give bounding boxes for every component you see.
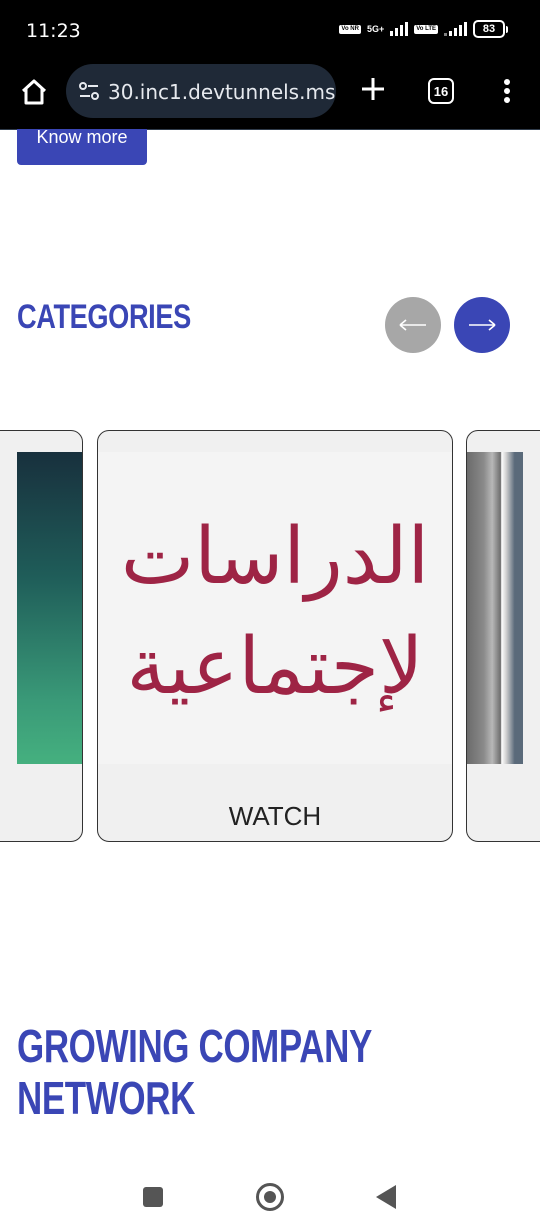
- signal-strength-icon-2: [444, 22, 467, 36]
- categories-title: CATEGORIES: [17, 298, 191, 336]
- category-card-next[interactable]: [466, 430, 540, 842]
- arrow-right-icon: [469, 319, 496, 331]
- growing-title-line2: NETWORK: [17, 1072, 195, 1124]
- new-tab-plus-icon[interactable]: [358, 74, 388, 104]
- address-bar[interactable]: 30.inc1.devtunnels.ms: [66, 64, 336, 118]
- battery-level: 83: [482, 23, 496, 35]
- volte-nr-icon: Vo NR: [339, 24, 361, 34]
- home-circle-icon[interactable]: [256, 1183, 284, 1211]
- carousel-next-button[interactable]: [454, 297, 510, 353]
- volte-lte-icon: Vo LTE: [414, 24, 438, 34]
- category-card-label: WATCH: [228, 801, 322, 831]
- system-nav-bar: [0, 1165, 540, 1230]
- category-card-image: [467, 452, 523, 764]
- url-text: 30.inc1.devtunnels.ms: [108, 80, 336, 104]
- status-icons: Vo NR 5G+ Vo LTE 83: [339, 20, 508, 38]
- category-card-image: [17, 452, 82, 764]
- network-type-label: 5G+: [366, 23, 385, 34]
- tabs-button[interactable]: 16: [428, 78, 454, 104]
- growing-network-title: GROWING COMPANY NETWORK: [17, 1020, 372, 1124]
- card-image-text-line1: الدراسات: [120, 512, 430, 602]
- back-triangle-icon[interactable]: [376, 1185, 396, 1209]
- know-more-button[interactable]: Know more: [17, 128, 147, 165]
- carousel-prev-button[interactable]: [385, 297, 441, 353]
- battery-icon: 83: [473, 20, 508, 38]
- category-card[interactable]: الدراسات لإجتماعية WATCH: [97, 430, 453, 842]
- signal-strength-icon: [390, 22, 409, 36]
- home-icon[interactable]: [18, 76, 50, 108]
- site-settings-icon[interactable]: [78, 80, 100, 102]
- status-bar: 11:23 Vo NR 5G+ Vo LTE 83: [0, 0, 540, 62]
- browser-toolbar: 30.inc1.devtunnels.ms 16: [0, 62, 540, 130]
- recents-square-icon[interactable]: [143, 1187, 163, 1207]
- arrow-left-icon: [399, 319, 426, 331]
- status-time: 11:23: [26, 20, 81, 42]
- growing-title-line1: GROWING COMPANY: [17, 1020, 372, 1072]
- category-card-image: الدراسات لإجتماعية: [98, 452, 452, 764]
- card-image-text-line2: لإجتماعية: [126, 622, 424, 712]
- category-card-prev[interactable]: [0, 430, 83, 842]
- more-vert-icon[interactable]: [496, 76, 518, 106]
